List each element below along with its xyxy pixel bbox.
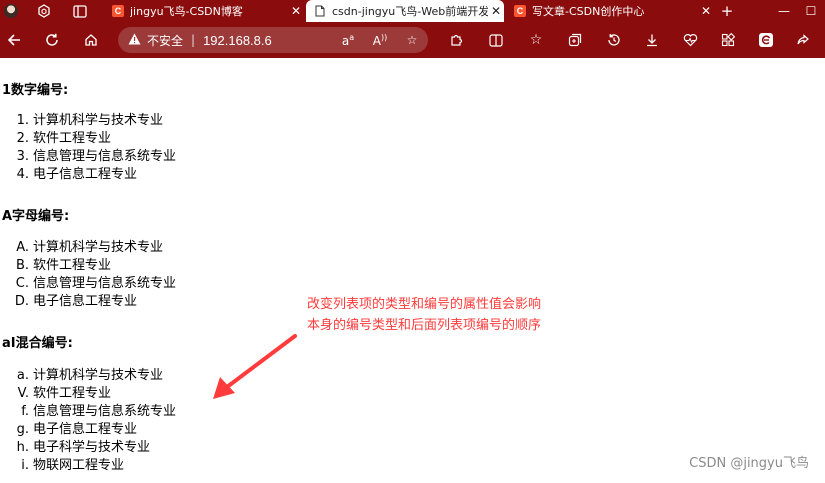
- list-item-text: 计算机科学与技术专业: [33, 113, 164, 128]
- tab-actions-icon[interactable]: [70, 0, 90, 22]
- tab-title: 写文章-CSDN创作中心: [532, 5, 645, 18]
- warning-icon[interactable]: [128, 33, 141, 48]
- list-item-text: 电子科学与技术专业: [33, 440, 151, 455]
- home-icon[interactable]: [79, 28, 103, 52]
- list-marker: i.: [21, 458, 29, 473]
- list-marker: a.: [16, 368, 29, 383]
- tab-csdn-editor[interactable]: C 写文章-CSDN创作中心 ✕: [506, 0, 714, 22]
- list-item-text: 计算机科学与技术专业: [33, 368, 164, 383]
- list-item: A. 计算机科学与技术专业: [0, 239, 176, 257]
- list-item-text: 电子信息工程专业: [33, 167, 138, 182]
- tab-strip: C jingyu飞鸟-CSDN博客 ✕ csdn-jingyu飞鸟-Web前端开…: [0, 0, 825, 22]
- section-heading-alpha: A字母编号:: [2, 209, 70, 224]
- annotation-line: 本身的编号类型和后面列表项编号的顺序: [307, 318, 542, 333]
- translate-icon[interactable]: aa: [332, 33, 364, 48]
- back-icon[interactable]: [2, 28, 26, 52]
- list-item: V. 软件工程专业: [0, 385, 176, 403]
- favorite-star-icon[interactable]: ☆: [396, 33, 428, 47]
- list-item: C. 信息管理与信息系统专业: [0, 275, 176, 293]
- list-item-text: 电子信息工程专业: [33, 294, 138, 309]
- tab-csdn-blog[interactable]: C jingyu飞鸟-CSDN博客 ✕: [104, 0, 304, 22]
- favorites-icon[interactable]: ☆: [524, 28, 548, 52]
- section-heading-mixed: aI混合编号:: [2, 336, 73, 351]
- list-item: a. 计算机科学与技术专业: [0, 367, 176, 385]
- list-marker: 1.: [16, 113, 29, 128]
- url-text[interactable]: 192.168.8.6: [203, 33, 272, 48]
- list-item: D. 电子信息工程专业: [0, 293, 176, 311]
- history-icon[interactable]: [602, 28, 626, 52]
- close-icon[interactable]: ✕: [288, 4, 304, 18]
- list-item-text: 物联网工程专业: [33, 458, 125, 473]
- list-marker: h.: [16, 440, 29, 455]
- list-marker: V.: [17, 386, 29, 401]
- list-item: h. 电子科学与技术专业: [0, 439, 176, 457]
- list-item-text: 软件工程专业: [33, 258, 112, 273]
- close-icon[interactable]: ✕: [488, 4, 504, 18]
- alpha-list: A. 计算机科学与技术专业 B. 软件工程专业 C. 信息管理与信息系统专业 D. 电子…: [0, 239, 176, 311]
- list-item-text: 信息管理与信息系统专业: [33, 276, 177, 291]
- tab-title: csdn-jingyu飞鸟-Web前端开发: [332, 5, 488, 18]
- list-marker: f.: [21, 404, 29, 419]
- list-item-text: 信息管理与信息系统专业: [33, 404, 177, 419]
- list-marker: 4.: [16, 167, 29, 182]
- mixed-list: a. 计算机科学与技术专业 V. 软件工程专业 f. 信息管理与信息系统专业 g. 电子…: [0, 367, 176, 475]
- extensions-icon[interactable]: [444, 28, 468, 52]
- list-item: 3. 信息管理与信息系统专业: [0, 148, 176, 166]
- list-item: g. 电子信息工程专业: [0, 421, 176, 439]
- download-icon[interactable]: [640, 28, 664, 52]
- page-content: 1数字编号: 1. 计算机科学与技术专业 2. 软件工程专业 3. 信息管理与信息系统…: [0, 58, 825, 483]
- read-aloud-icon[interactable]: A)): [364, 33, 396, 48]
- list-marker: g.: [16, 422, 29, 437]
- list-item: f. 信息管理与信息系统专业: [0, 403, 176, 421]
- profile-avatar[interactable]: [3, 0, 19, 22]
- close-icon[interactable]: ✕: [698, 4, 714, 18]
- collections-icon[interactable]: [563, 28, 587, 52]
- list-marker: 3.: [16, 149, 29, 164]
- maximize-icon[interactable]: ☐: [798, 0, 824, 22]
- list-item-text: 计算机科学与技术专业: [33, 240, 164, 255]
- csdn-icon: C: [112, 5, 124, 17]
- refresh-icon[interactable]: [40, 28, 64, 52]
- list-marker: C.: [15, 276, 29, 291]
- watermark: CSDN @jingyu飞鸟: [689, 456, 809, 471]
- address-bar[interactable]: 不安全 | 192.168.8.6 aa A)) ☆: [118, 27, 428, 53]
- annotation-note: 改变列表项的类型和编号的属性值会影响 本身的编号类型和后面列表项编号的顺序: [307, 294, 541, 336]
- apps-icon[interactable]: [716, 28, 740, 52]
- document-icon: [315, 5, 325, 17]
- list-marker: A.: [16, 240, 29, 255]
- annotation-arrow: [213, 334, 297, 399]
- list-item-text: 软件工程专业: [33, 131, 112, 146]
- new-tab-button[interactable]: +: [716, 0, 738, 22]
- csdn-icon: C: [514, 5, 526, 17]
- health-heart-icon[interactable]: [678, 28, 702, 52]
- split-screen-icon[interactable]: [484, 28, 508, 52]
- annotation-line: 改变列表项的类型和编号的属性值会影响: [307, 297, 542, 312]
- list-item-text: 电子信息工程专业: [33, 422, 138, 437]
- edge-profile-icon[interactable]: [754, 28, 778, 52]
- tab-web-frontend[interactable]: csdn-jingyu飞鸟-Web前端开发 ✕: [306, 0, 504, 22]
- share-icon[interactable]: [791, 28, 815, 52]
- list-item: i. 物联网工程专业: [0, 457, 176, 475]
- list-marker: D.: [14, 294, 29, 309]
- security-label[interactable]: 不安全: [147, 32, 183, 49]
- list-item: 1. 计算机科学与技术专业: [0, 112, 176, 130]
- numeric-list: 1. 计算机科学与技术专业 2. 软件工程专业 3. 信息管理与信息系统专业 4. 电子…: [0, 112, 176, 184]
- list-marker: 2.: [16, 131, 29, 146]
- list-item: 2. 软件工程专业: [0, 130, 176, 148]
- tab-title: jingyu飞鸟-CSDN博客: [130, 5, 243, 18]
- list-item-text: 软件工程专业: [33, 386, 112, 401]
- workspaces-icon[interactable]: [34, 0, 54, 22]
- list-item-text: 信息管理与信息系统专业: [33, 149, 177, 164]
- section-heading-numeric: 1数字编号:: [2, 83, 69, 98]
- list-item: 4. 电子信息工程专业: [0, 166, 176, 184]
- minimize-icon[interactable]: —: [771, 0, 797, 22]
- list-item: B. 软件工程专业: [0, 257, 176, 275]
- browser-toolbar: 不安全 | 192.168.8.6 aa A)) ☆ ☆: [0, 22, 825, 58]
- list-marker: B.: [15, 258, 29, 273]
- divider: |: [191, 33, 196, 47]
